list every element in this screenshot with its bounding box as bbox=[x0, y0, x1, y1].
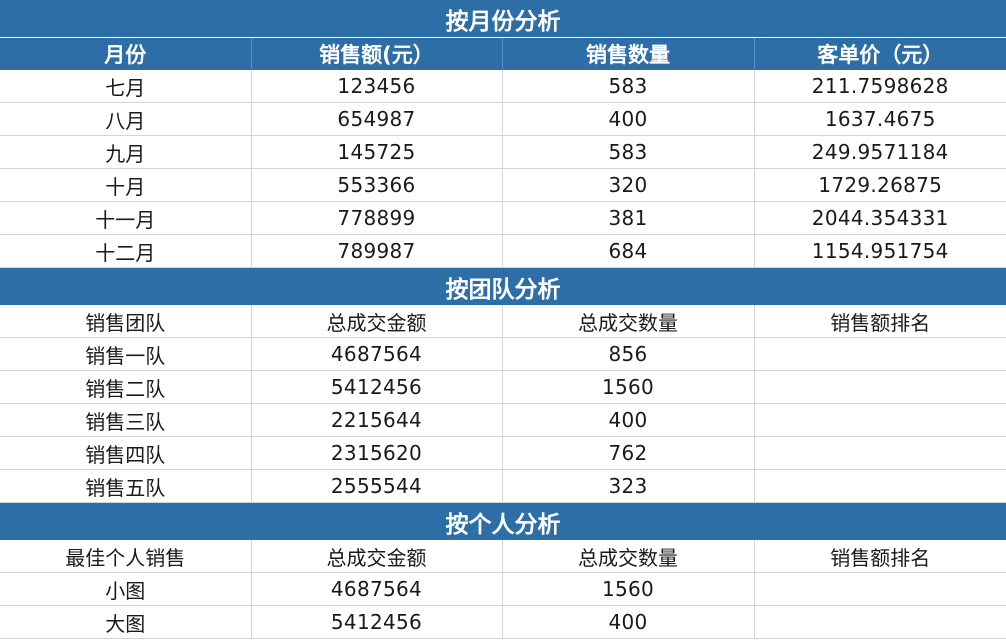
rank-cell[interactable] bbox=[754, 605, 1006, 639]
sales-amount-cell[interactable]: 553366 bbox=[251, 168, 503, 202]
table-row: 十月 553366 320 1729.26875 bbox=[0, 168, 1006, 202]
team-title[interactable]: 按团队分析 bbox=[0, 267, 1006, 305]
monthly-header-cell[interactable]: 客单价（元） bbox=[754, 37, 1006, 70]
unit-price-cell[interactable]: 2044.354331 bbox=[754, 201, 1006, 235]
total-qty-cell[interactable]: 762 bbox=[502, 436, 755, 470]
table-row: 九月 145725 583 249.9571184 bbox=[0, 135, 1006, 169]
unit-price-cell[interactable]: 249.9571184 bbox=[754, 135, 1006, 169]
month-cell[interactable]: 八月 bbox=[0, 102, 252, 136]
sales-amount-cell[interactable]: 789987 bbox=[251, 234, 503, 268]
team-name-cell[interactable]: 销售四队 bbox=[0, 436, 252, 470]
total-amount-cell[interactable]: 4687564 bbox=[251, 337, 503, 371]
analysis-table: 按月份分析 月份 销售额(元） 销售数量 客单价（元） 七月 123456 58… bbox=[0, 0, 1006, 639]
table-row: 七月 123456 583 211.7598628 bbox=[0, 70, 1006, 103]
unit-price-cell[interactable]: 1729.26875 bbox=[754, 168, 1006, 202]
unit-price-cell[interactable]: 1154.951754 bbox=[754, 234, 1006, 268]
rank-cell[interactable] bbox=[754, 370, 1006, 404]
sales-qty-cell[interactable]: 400 bbox=[502, 102, 755, 136]
total-qty-cell[interactable]: 323 bbox=[502, 469, 755, 503]
total-qty-cell[interactable]: 1560 bbox=[502, 572, 755, 606]
table-row: 八月 654987 400 1637.4675 bbox=[0, 102, 1006, 136]
table-row: 销售五队 2555544 323 bbox=[0, 469, 1006, 503]
total-amount-cell[interactable]: 5412456 bbox=[251, 370, 503, 404]
table-row: 小图 4687564 1560 bbox=[0, 572, 1006, 606]
sales-qty-cell[interactable]: 320 bbox=[502, 168, 755, 202]
person-name-cell[interactable]: 小图 bbox=[0, 572, 252, 606]
table-row: 十二月 789987 684 1154.951754 bbox=[0, 234, 1006, 268]
sales-qty-cell[interactable]: 684 bbox=[502, 234, 755, 268]
rank-cell[interactable] bbox=[754, 436, 1006, 470]
personal-header-cell[interactable]: 最佳个人销售 bbox=[0, 540, 252, 573]
total-qty-cell[interactable]: 856 bbox=[502, 337, 755, 371]
month-cell[interactable]: 十二月 bbox=[0, 234, 252, 268]
table-row: 十一月 778899 381 2044.354331 bbox=[0, 201, 1006, 235]
unit-price-cell[interactable]: 1637.4675 bbox=[754, 102, 1006, 136]
team-header-cell[interactable]: 销售额排名 bbox=[754, 305, 1006, 338]
personal-header-row: 最佳个人销售 总成交金额 总成交数量 销售额排名 bbox=[0, 540, 1006, 573]
team-header-cell[interactable]: 销售团队 bbox=[0, 305, 252, 338]
personal-header-cell[interactable]: 总成交数量 bbox=[502, 540, 755, 573]
sales-qty-cell[interactable]: 381 bbox=[502, 201, 755, 235]
month-cell[interactable]: 十一月 bbox=[0, 201, 252, 235]
sales-qty-cell[interactable]: 583 bbox=[502, 70, 755, 103]
team-name-cell[interactable]: 销售五队 bbox=[0, 469, 252, 503]
personal-header-cell[interactable]: 销售额排名 bbox=[754, 540, 1006, 573]
total-amount-cell[interactable]: 5412456 bbox=[251, 605, 503, 639]
team-header-cell[interactable]: 总成交数量 bbox=[502, 305, 755, 338]
total-amount-cell[interactable]: 4687564 bbox=[251, 572, 503, 606]
total-qty-cell[interactable]: 400 bbox=[502, 605, 755, 639]
team-header-cell[interactable]: 总成交金额 bbox=[251, 305, 503, 338]
unit-price-cell[interactable]: 211.7598628 bbox=[754, 70, 1006, 103]
rank-cell[interactable] bbox=[754, 469, 1006, 503]
team-header-row: 销售团队 总成交金额 总成交数量 销售额排名 bbox=[0, 305, 1006, 338]
personal-header-cell[interactable]: 总成交金额 bbox=[251, 540, 503, 573]
team-name-cell[interactable]: 销售二队 bbox=[0, 370, 252, 404]
month-cell[interactable]: 十月 bbox=[0, 168, 252, 202]
total-amount-cell[interactable]: 2555544 bbox=[251, 469, 503, 503]
monthly-header-cell[interactable]: 月份 bbox=[0, 37, 252, 70]
table-row: 销售四队 2315620 762 bbox=[0, 436, 1006, 470]
monthly-header-row: 月份 销售额(元） 销售数量 客单价（元） bbox=[0, 37, 1006, 70]
total-amount-cell[interactable]: 2215644 bbox=[251, 403, 503, 437]
rank-cell[interactable] bbox=[754, 337, 1006, 371]
sales-amount-cell[interactable]: 145725 bbox=[251, 135, 503, 169]
person-name-cell[interactable]: 大图 bbox=[0, 605, 252, 639]
total-amount-cell[interactable]: 2315620 bbox=[251, 436, 503, 470]
sales-qty-cell[interactable]: 583 bbox=[502, 135, 755, 169]
monthly-title-row: 按月份分析 bbox=[0, 0, 1006, 38]
table-row: 销售三队 2215644 400 bbox=[0, 403, 1006, 437]
table-row: 销售一队 4687564 856 bbox=[0, 337, 1006, 371]
sales-amount-cell[interactable]: 778899 bbox=[251, 201, 503, 235]
rank-cell[interactable] bbox=[754, 403, 1006, 437]
total-qty-cell[interactable]: 400 bbox=[502, 403, 755, 437]
sales-amount-cell[interactable]: 123456 bbox=[251, 70, 503, 103]
sales-amount-cell[interactable]: 654987 bbox=[251, 102, 503, 136]
table-row: 销售二队 5412456 1560 bbox=[0, 370, 1006, 404]
table-row: 大图 5412456 400 bbox=[0, 605, 1006, 639]
team-name-cell[interactable]: 销售三队 bbox=[0, 403, 252, 437]
total-qty-cell[interactable]: 1560 bbox=[502, 370, 755, 404]
team-title-row: 按团队分析 bbox=[0, 267, 1006, 305]
monthly-title[interactable]: 按月份分析 bbox=[0, 0, 1006, 38]
month-cell[interactable]: 七月 bbox=[0, 70, 252, 103]
personal-title[interactable]: 按个人分析 bbox=[0, 502, 1006, 540]
personal-title-row: 按个人分析 bbox=[0, 502, 1006, 540]
monthly-header-cell[interactable]: 销售额(元） bbox=[251, 37, 503, 70]
rank-cell[interactable] bbox=[754, 572, 1006, 606]
month-cell[interactable]: 九月 bbox=[0, 135, 252, 169]
team-name-cell[interactable]: 销售一队 bbox=[0, 337, 252, 371]
spreadsheet: 按月份分析 月份 销售额(元） 销售数量 客单价（元） 七月 123456 58… bbox=[0, 0, 1006, 644]
monthly-header-cell[interactable]: 销售数量 bbox=[502, 37, 755, 70]
